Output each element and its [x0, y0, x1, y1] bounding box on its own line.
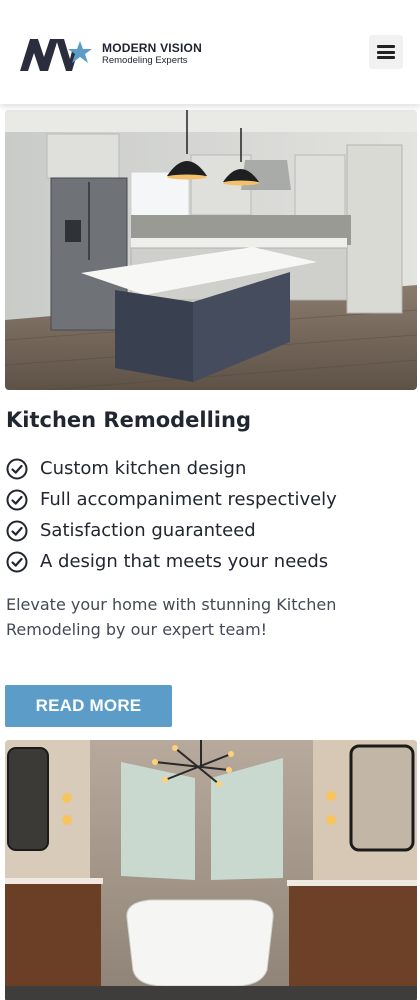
feature-text: Satisfaction guaranteed [40, 520, 256, 541]
check-circle-icon [6, 458, 28, 479]
brand-name: MODERN VISION [102, 41, 202, 56]
brand-logo[interactable]: MODERN VISION Remodeling Experts [20, 36, 210, 72]
read-more-button[interactable]: READ MORE [5, 685, 172, 727]
feature-item: Custom kitchen design [6, 453, 337, 484]
feature-item: A design that meets your needs [6, 546, 337, 577]
feature-text: A design that meets your needs [40, 551, 329, 572]
menu-button[interactable] [369, 35, 403, 69]
check-circle-icon [6, 520, 28, 541]
check-circle-icon [6, 551, 28, 572]
feature-item: Satisfaction guaranteed [6, 515, 337, 546]
service-description: Elevate your home with stunning Kitchen … [6, 595, 337, 639]
bathroom-image[interactable] [5, 740, 417, 1000]
logo-mark [20, 39, 92, 71]
read-more-label: READ MORE [35, 696, 142, 715]
feature-text: Custom kitchen design [40, 458, 247, 479]
site-header: MODERN VISION Remodeling Experts [0, 0, 420, 104]
brand-tagline: Remodeling Experts [102, 55, 188, 67]
check-circle-icon [6, 489, 28, 510]
kitchen-photo [5, 110, 417, 390]
feature-text: Full accompaniment respectively [40, 489, 337, 510]
hamburger-menu-icon [377, 45, 395, 59]
bathroom-photo [5, 740, 417, 1000]
feature-item: Full accompaniment respectively [6, 484, 337, 515]
kitchen-image[interactable] [5, 110, 417, 390]
feature-list: Custom kitchen design Full accompaniment… [6, 453, 337, 577]
service-title: Kitchen Remodelling [6, 408, 251, 432]
